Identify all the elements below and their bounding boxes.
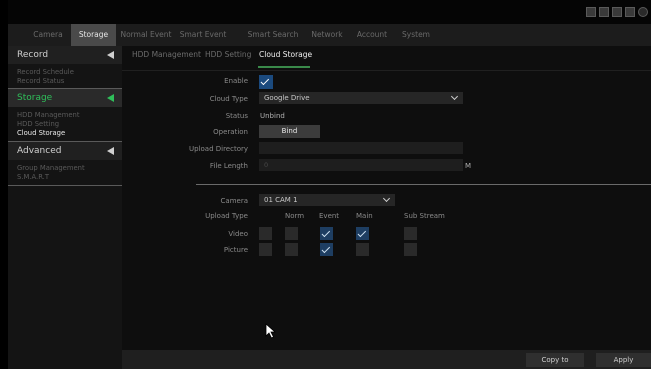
tab-system[interactable]: System — [398, 24, 434, 46]
picture-main-checkbox[interactable] — [356, 243, 369, 256]
chevron-down-icon — [382, 194, 391, 203]
video-event-checkbox[interactable] — [320, 227, 333, 240]
file-length-label: File Length — [209, 162, 248, 170]
section-divider — [196, 184, 651, 185]
sidebar-divider — [8, 185, 122, 186]
camera-select[interactable]: 01 CAM 1 — [259, 194, 395, 206]
upload-directory-label: Upload Directory — [188, 145, 248, 153]
sidebar-section-label: Storage — [17, 93, 53, 103]
operation-label: Operation — [213, 128, 248, 136]
tab-smart-event[interactable]: Smart Event — [178, 24, 228, 46]
picture-sub-stream-checkbox[interactable] — [404, 243, 417, 256]
cloud-type-value: Google Drive — [264, 94, 310, 102]
top-bar — [8, 0, 651, 24]
picture-all-checkbox[interactable] — [259, 243, 272, 256]
video-row-label: Video — [228, 230, 248, 238]
content-divider — [122, 70, 651, 71]
column-sub-stream: Sub Stream — [404, 212, 445, 220]
enable-label: Enable — [224, 77, 248, 85]
subtab-hdd-setting[interactable]: HDD Setting — [205, 50, 251, 59]
file-length-unit: M — [465, 162, 472, 170]
column-norm: Norm — [285, 212, 305, 220]
sidebar-item-hdd-management[interactable]: HDD Management — [17, 111, 80, 119]
collapse-arrow-icon — [107, 51, 114, 59]
sidebar-section-label: Record — [17, 50, 49, 60]
column-event: Event — [319, 212, 340, 220]
video-sub-stream-checkbox[interactable] — [404, 227, 417, 240]
monitor-icon[interactable] — [586, 7, 596, 17]
copy-to-button[interactable]: Copy to — [526, 353, 584, 367]
tab-network[interactable]: Network — [307, 24, 347, 46]
grid-icon[interactable] — [612, 7, 622, 17]
sidebar-item-record-schedule[interactable]: Record Schedule — [17, 68, 74, 76]
sidebar-section-record[interactable]: Record — [8, 46, 122, 64]
picture-norm-checkbox[interactable] — [285, 243, 298, 256]
sidebar-item-smart[interactable]: S.M.A.R.T — [17, 173, 49, 181]
video-main-checkbox[interactable] — [356, 227, 369, 240]
sidebar-item-record-status[interactable]: Record Status — [17, 77, 64, 85]
picture-row-label: Picture — [223, 246, 248, 254]
subtab-hdd-management[interactable]: HDD Management — [132, 50, 201, 59]
bind-button[interactable]: Bind — [259, 125, 320, 138]
mouse-cursor-icon — [265, 323, 277, 339]
cloud-type-select[interactable]: Google Drive — [259, 92, 463, 104]
sidebar-section-storage[interactable]: Storage — [8, 89, 122, 107]
upload-type-label: Upload Type — [205, 212, 248, 220]
column-main: Main — [356, 212, 373, 220]
tab-smart-search[interactable]: Smart Search — [245, 24, 301, 46]
tab-account[interactable]: Account — [351, 24, 393, 46]
video-all-checkbox[interactable] — [259, 227, 272, 240]
tab-storage[interactable]: Storage — [71, 24, 116, 46]
camera-value: 01 CAM 1 — [264, 196, 298, 204]
status-label: Status — [225, 112, 248, 120]
active-subtab-indicator — [258, 66, 310, 68]
record-icon[interactable] — [625, 7, 635, 17]
tab-normal-event[interactable]: Normal Event — [118, 24, 174, 46]
file-length-input[interactable]: 0 — [259, 159, 463, 171]
video-norm-checkbox[interactable] — [285, 227, 298, 240]
sidebar-section-advanced[interactable]: Advanced — [8, 142, 122, 160]
subtab-cloud-storage[interactable]: Cloud Storage — [259, 50, 312, 59]
enable-checkbox[interactable] — [259, 75, 273, 89]
chevron-down-icon — [450, 92, 459, 101]
upload-directory-input[interactable] — [259, 142, 463, 154]
power-icon[interactable] — [638, 7, 648, 17]
sidebar-item-hdd-setting[interactable]: HDD Setting — [17, 120, 59, 128]
picture-event-checkbox[interactable] — [320, 243, 333, 256]
camera-label: Camera — [220, 197, 248, 205]
sidebar-item-group-management[interactable]: Group Management — [17, 164, 85, 172]
tab-camera[interactable]: Camera — [26, 24, 70, 46]
cloud-type-label: Cloud Type — [209, 95, 248, 103]
user-icon[interactable] — [599, 7, 609, 17]
apply-button[interactable]: Apply — [596, 353, 651, 367]
status-value: Unbind — [260, 112, 285, 120]
sidebar-item-cloud-storage[interactable]: Cloud Storage — [17, 129, 65, 137]
sidebar-section-label: Advanced — [17, 146, 62, 156]
